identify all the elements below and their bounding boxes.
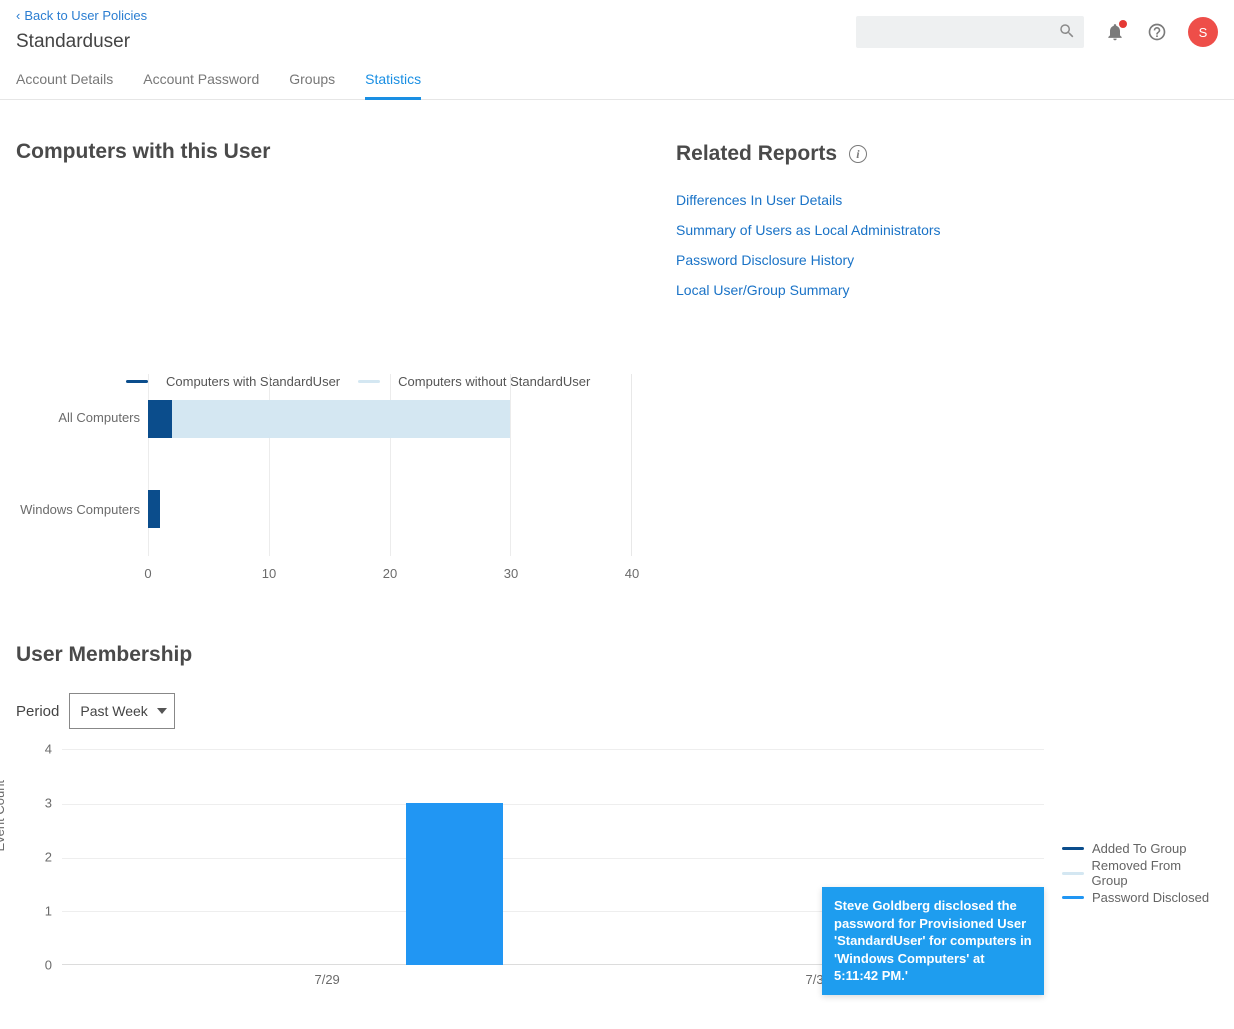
- info-icon[interactable]: i: [849, 145, 867, 163]
- period-select[interactable]: Past Week: [69, 693, 175, 729]
- chart1-xtick: 20: [383, 566, 397, 581]
- tab-bar: Account Details Account Password Groups …: [0, 53, 1234, 100]
- search-icon: [1058, 22, 1076, 43]
- help-button[interactable]: [1146, 21, 1168, 43]
- period-label: Period: [16, 703, 59, 720]
- computers-chart: All Computers Windows Computers: [16, 374, 636, 609]
- chart1-bar-all[interactable]: [148, 400, 510, 438]
- page-body: Computers with this User All Computers W…: [0, 100, 1234, 1029]
- membership-section-title: User Membership: [16, 643, 1218, 667]
- chart1-bar-win-with: [148, 490, 160, 528]
- chart2-bar-7-29[interactable]: [406, 803, 503, 965]
- report-link[interactable]: Password Disclosure History: [676, 252, 1218, 268]
- user-avatar[interactable]: S: [1188, 17, 1218, 47]
- tab-account-details[interactable]: Account Details: [16, 71, 113, 99]
- computers-section-title: Computers with this User: [16, 140, 636, 164]
- tab-statistics[interactable]: Statistics: [365, 71, 421, 99]
- header-right: S: [856, 8, 1218, 48]
- chart2-ytick: 2: [45, 850, 52, 865]
- legend-swatch-icon: [1062, 847, 1084, 850]
- chart2-legend: Added To Group Removed From Group Passwo…: [1062, 841, 1218, 905]
- chart1-bar-win[interactable]: [148, 490, 160, 528]
- tab-account-password[interactable]: Account Password: [143, 71, 259, 99]
- tab-groups[interactable]: Groups: [289, 71, 335, 99]
- page-title: Standarduser: [16, 31, 147, 53]
- chart2-legend-item: Added To Group: [1092, 841, 1186, 856]
- header-left: ‹ Back to User Policies Standarduser: [16, 8, 147, 53]
- related-reports-list: Differences In User Details Summary of U…: [676, 192, 1218, 298]
- chevron-left-icon: ‹: [16, 8, 20, 23]
- chart2-ylabel: Event Count: [0, 780, 7, 852]
- avatar-letter: S: [1199, 25, 1208, 40]
- chart2-legend-item: Removed From Group: [1092, 858, 1218, 888]
- chart1-xtick: 0: [144, 566, 151, 581]
- page-header: ‹ Back to User Policies Standarduser S: [0, 0, 1234, 53]
- report-link[interactable]: Local User/Group Summary: [676, 282, 1218, 298]
- chart1-ylabel-all: All Computers: [16, 410, 140, 425]
- chart1-bar-all-with: [148, 400, 172, 438]
- period-row: Period Past Week: [16, 693, 1218, 729]
- notification-dot-icon: [1119, 20, 1127, 28]
- chart2-legend-item: Password Disclosed: [1092, 890, 1209, 905]
- chart2-xtick: 7/29: [314, 972, 339, 987]
- legend-swatch-icon: [126, 380, 148, 383]
- chart2-yaxis: 4 3 2 1 0: [34, 749, 60, 965]
- chart1-plot: [148, 374, 632, 556]
- chart1-xtick: 30: [504, 566, 518, 581]
- back-to-policies-link[interactable]: ‹ Back to User Policies: [16, 8, 147, 23]
- chart1-ylabel-win: Windows Computers: [16, 502, 140, 517]
- back-link-label: Back to User Policies: [24, 8, 147, 23]
- chart2-ytick: 4: [45, 742, 52, 757]
- related-reports-title-text: Related Reports: [676, 142, 837, 165]
- chart2-ytick: 0: [45, 958, 52, 973]
- chart1-xtick: 40: [625, 566, 639, 581]
- chart1-bar-all-without: [172, 400, 510, 438]
- membership-chart: Event Count 4 3 2 1 0: [16, 749, 1044, 989]
- search-input[interactable]: [856, 16, 1084, 48]
- legend-swatch-icon: [1062, 896, 1084, 899]
- chart1-xtick: 10: [262, 566, 276, 581]
- chart2-ytick: 3: [45, 796, 52, 811]
- legend-swatch-icon: [1062, 872, 1084, 875]
- notifications-button[interactable]: [1104, 21, 1126, 43]
- chart2-ytick: 1: [45, 904, 52, 919]
- related-reports-title: Related Reports i: [676, 142, 1218, 166]
- chart2-tooltip: Steve Goldberg disclosed the password fo…: [822, 887, 1044, 995]
- report-link[interactable]: Differences In User Details: [676, 192, 1218, 208]
- report-link[interactable]: Summary of Users as Local Administrators: [676, 222, 1218, 238]
